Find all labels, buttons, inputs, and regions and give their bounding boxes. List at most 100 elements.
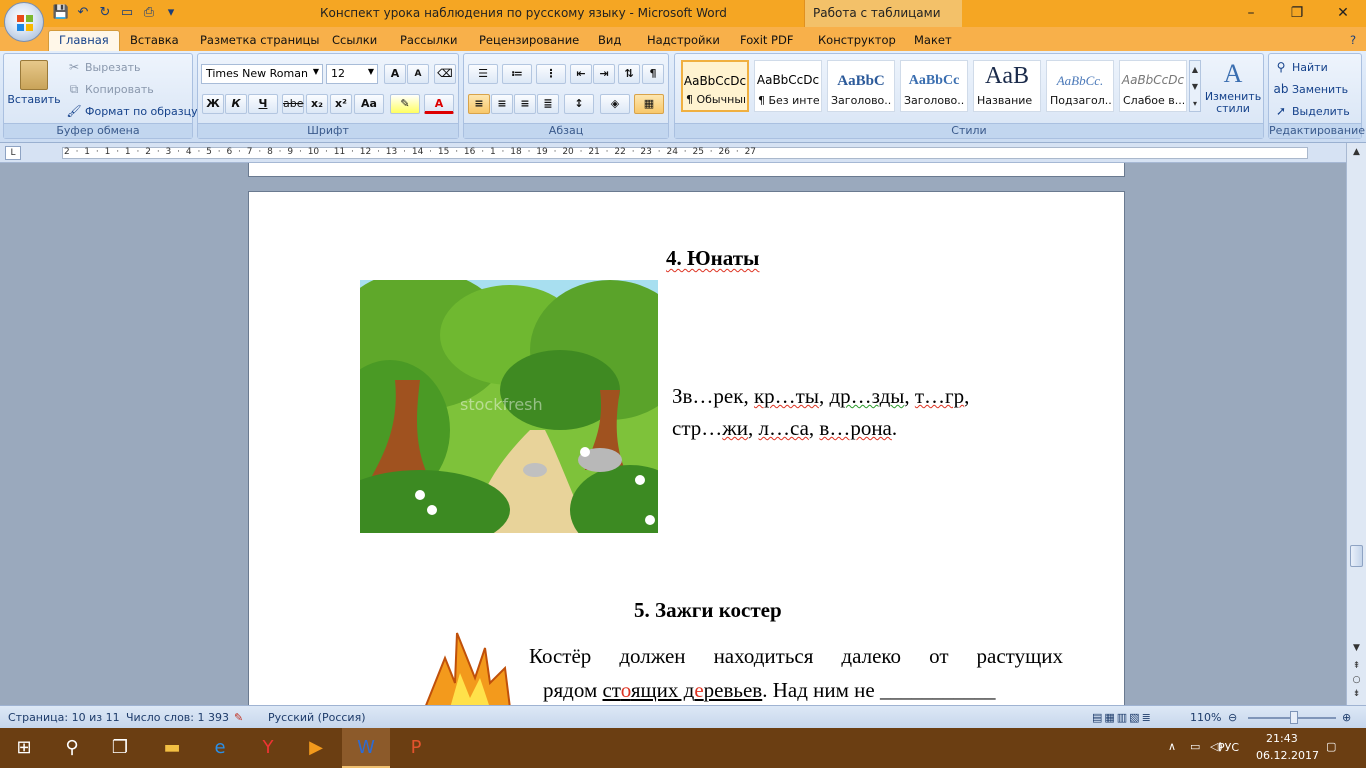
superscript-button[interactable]: x²	[330, 94, 352, 114]
paste-button[interactable]: Вставить	[7, 58, 61, 120]
clock-time[interactable]: 21:43	[1266, 732, 1298, 745]
tab-stop-selector[interactable]: L	[5, 146, 21, 160]
font-color-button[interactable]: A	[424, 94, 454, 114]
vertical-scrollbar[interactable]: ▲ ▼ ⇞ ○ ⇟	[1346, 143, 1366, 705]
clear-format-button[interactable]: ⌫	[434, 64, 456, 84]
sort-button[interactable]: ⇅	[618, 64, 640, 84]
campfire-picture[interactable]	[395, 628, 525, 705]
style-heading1[interactable]: AaBbC Заголово...	[827, 60, 895, 112]
bullets-button[interactable]: ☰	[468, 64, 498, 84]
replace-button[interactable]: ab Заменить	[1273, 81, 1349, 97]
undo-icon[interactable]: ↶	[74, 4, 92, 22]
zoom-out-icon[interactable]: ⊖	[1228, 711, 1237, 724]
document-area[interactable]: 4. Юнаты stockfresh Зв…рек, кр…ты, др…зд…	[0, 163, 1346, 705]
task-view-icon[interactable]: ❐	[96, 728, 144, 768]
horizontal-ruler[interactable]: 2 · 1 · 1 · 1 · 2 · 3 · 4 · 5 · 6 · 7 · …	[0, 143, 1366, 163]
edge-browser-icon[interactable]: e	[196, 728, 244, 768]
style-title[interactable]: AaB Название	[973, 60, 1041, 112]
notifications-icon[interactable]: ▢	[1326, 740, 1336, 753]
format-painter-button[interactable]: 🖌 Формат по образцу	[66, 103, 197, 119]
network-icon[interactable]: ▭	[1190, 740, 1200, 753]
align-left-button[interactable]: ≡	[468, 94, 490, 114]
page-indicator[interactable]: Страница: 10 из 11	[8, 711, 120, 724]
align-center-button[interactable]: ≡	[491, 94, 513, 114]
tab-layout[interactable]: Макет	[914, 31, 952, 51]
font-name-combo[interactable]: Times New Roman ▼	[201, 64, 323, 84]
tab-home[interactable]: Главная	[48, 30, 120, 51]
tab-design[interactable]: Конструктор	[818, 31, 896, 51]
current-page[interactable]: 4. Юнаты stockfresh Зв…рек, кр…ты, др…зд…	[248, 191, 1125, 705]
font-size-combo[interactable]: 12 ▼	[326, 64, 378, 84]
tab-view[interactable]: Вид	[598, 31, 621, 51]
tab-foxit-pdf[interactable]: Foxit PDF	[740, 31, 793, 51]
align-right-button[interactable]: ≡	[514, 94, 536, 114]
borders-button[interactable]: ▦	[634, 94, 664, 114]
italic-button[interactable]: К	[225, 94, 247, 114]
highlight-button[interactable]: ✎	[390, 94, 420, 114]
scrollbar-thumb[interactable]	[1350, 545, 1363, 567]
word-count[interactable]: Число слов: 1 393	[126, 711, 229, 724]
select-button[interactable]: ➚ Выделить	[1273, 103, 1350, 119]
shrink-font-button[interactable]: A	[407, 64, 429, 84]
change-styles-button[interactable]: A Изменить стили	[1205, 60, 1261, 115]
strikethrough-button[interactable]: abe	[282, 94, 304, 114]
increase-indent-button[interactable]: ⇥	[593, 64, 615, 84]
media-player-icon[interactable]: ▶	[292, 728, 340, 768]
view-buttons[interactable]: ▤▦▥▧≣	[1092, 711, 1182, 724]
zoom-level[interactable]: 110%	[1190, 711, 1221, 724]
powerpoint-taskbar-icon[interactable]: P	[392, 728, 440, 768]
multilevel-list-button[interactable]: ⋮	[536, 64, 566, 84]
decrease-indent-button[interactable]: ⇤	[570, 64, 592, 84]
find-button[interactable]: ⚲ Найти	[1273, 59, 1328, 75]
clock-date[interactable]: 06.12.2017	[1256, 749, 1319, 762]
underline-button[interactable]: Ч	[248, 94, 278, 114]
line-spacing-button[interactable]: ↕	[564, 94, 594, 114]
cut-button[interactable]: ✂ Вырезать	[66, 59, 141, 75]
minimize-button[interactable]: –	[1228, 0, 1274, 27]
windows-start-icon[interactable]: ⊞	[0, 728, 48, 768]
word-taskbar-icon[interactable]: W	[342, 728, 390, 768]
file-explorer-icon[interactable]: ▬	[148, 728, 196, 768]
tab-mailings[interactable]: Рассылки	[400, 31, 457, 51]
yandex-browser-icon[interactable]: Y	[244, 728, 292, 768]
tab-review[interactable]: Рецензирование	[479, 31, 579, 51]
bold-button[interactable]: Ж	[202, 94, 224, 114]
shading-button[interactable]: ◈	[600, 94, 630, 114]
styles-scroll[interactable]: ▲ ▼ ▾	[1189, 60, 1201, 112]
style-no-spacing[interactable]: AaBbCcDc ¶ Без инте...	[754, 60, 822, 112]
language-indicator-tray[interactable]: РУС	[1218, 741, 1239, 754]
change-case-button[interactable]: Aa	[354, 94, 384, 114]
browse-object-icon[interactable]: ○	[1350, 675, 1363, 688]
previous-page-icon[interactable]: ⇞	[1350, 661, 1363, 674]
tab-addins[interactable]: Надстройки	[647, 31, 720, 51]
language-indicator[interactable]: Русский (Россия)	[268, 711, 366, 724]
style-normal[interactable]: AaBbCcDc ¶ Обычный	[681, 60, 749, 112]
show-marks-button[interactable]: ¶	[642, 64, 664, 84]
scroll-down-icon[interactable]: ▼	[1350, 643, 1363, 656]
style-subtle-emphasis[interactable]: AaBbCcDc Слабое в...	[1119, 60, 1187, 112]
style-subtitle[interactable]: AaBbCc. Подзагол...	[1046, 60, 1114, 112]
zoom-slider-thumb[interactable]	[1290, 711, 1298, 724]
tab-references[interactable]: Ссылки	[332, 31, 377, 51]
office-button[interactable]	[4, 2, 44, 42]
numbering-button[interactable]: ≔	[502, 64, 532, 84]
scroll-up-icon[interactable]: ▲	[1350, 147, 1363, 160]
new-document-icon[interactable]: ▭	[118, 4, 136, 22]
style-heading2[interactable]: AaBbCc Заголово...	[900, 60, 968, 112]
grow-font-button[interactable]: A	[384, 64, 406, 84]
redo-icon[interactable]: ↻	[96, 4, 114, 22]
tray-chevron-icon[interactable]: ∧	[1168, 740, 1176, 753]
save-icon[interactable]: 💾	[52, 4, 70, 22]
help-icon[interactable]: ?	[1350, 31, 1356, 51]
close-button[interactable]: ✕	[1320, 0, 1366, 27]
maximize-button[interactable]: ❐	[1274, 0, 1320, 27]
search-icon[interactable]: ⚲	[48, 728, 96, 768]
print-preview-icon[interactable]: ⎙	[140, 4, 158, 22]
proofing-icon[interactable]: ✎	[234, 711, 243, 724]
forest-picture[interactable]: stockfresh	[360, 280, 658, 533]
qat-customize-icon[interactable]: ▾	[162, 4, 180, 22]
next-page-icon[interactable]: ⇟	[1350, 689, 1363, 702]
tab-insert[interactable]: Вставка	[130, 31, 179, 51]
tab-page-layout[interactable]: Разметка страницы	[200, 31, 319, 51]
justify-button[interactable]: ≣	[537, 94, 559, 114]
